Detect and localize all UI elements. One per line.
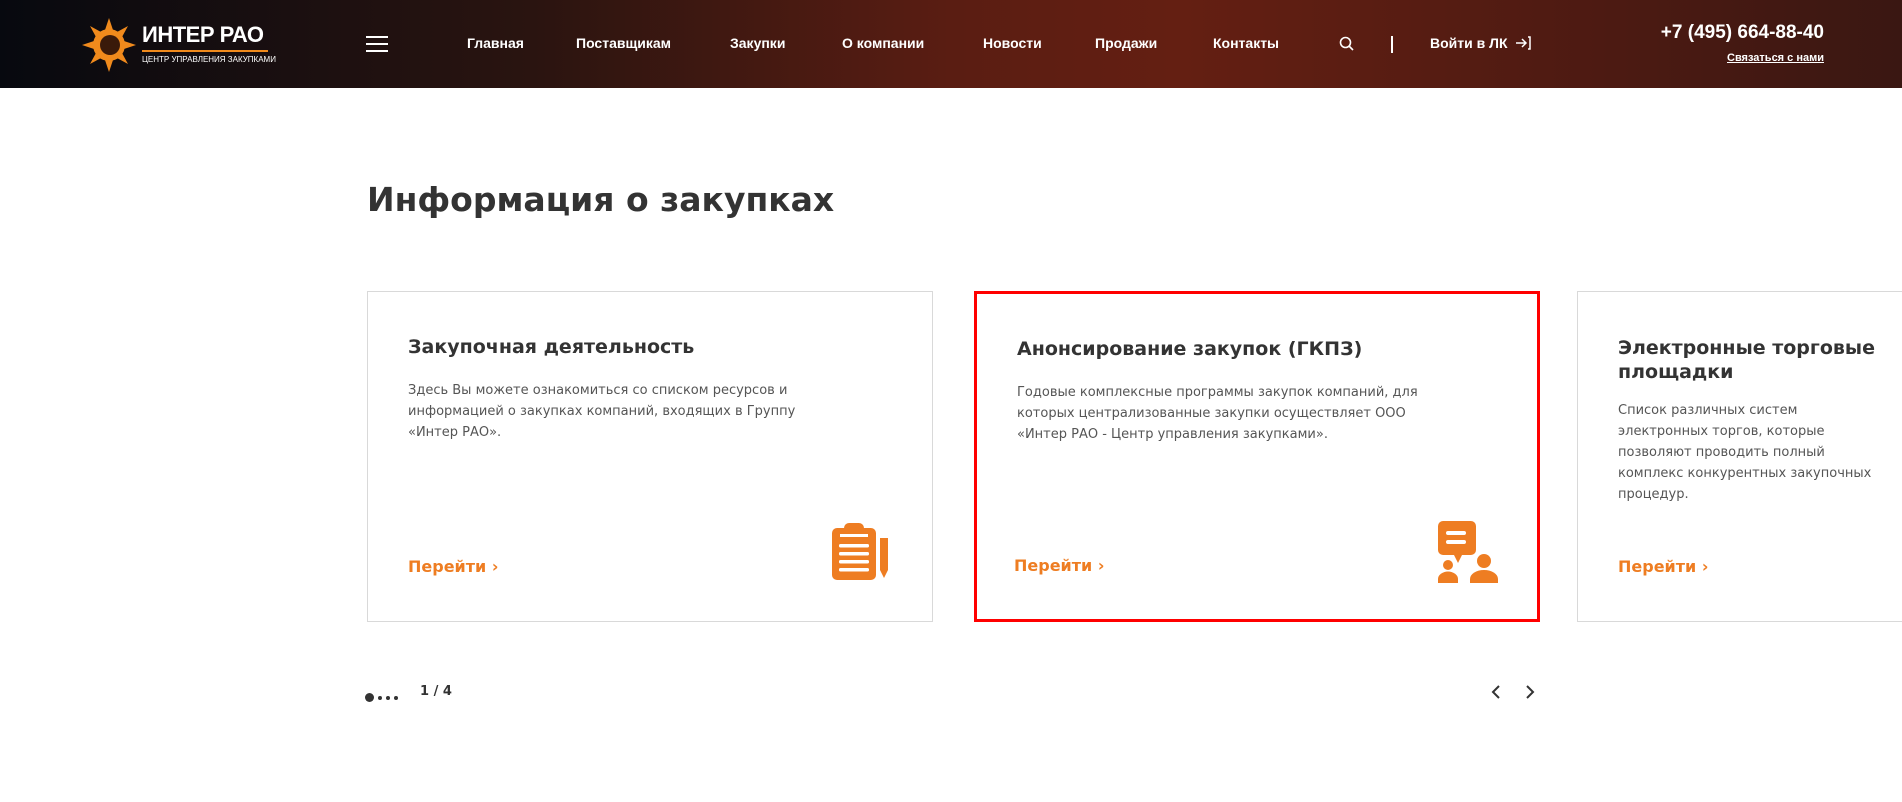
card-description: Здесь Вы можете ознакомиться со списком … bbox=[408, 383, 796, 440]
card-description: Список различных систем электронных торг… bbox=[1618, 403, 1872, 502]
phone-number[interactable]: +7 (495) 664-88-40 bbox=[1661, 22, 1824, 44]
logo-subtitle: ЦЕНТР УПРАВЛЕНИЯ ЗАКУПКАМИ bbox=[142, 55, 276, 64]
card-procurement[interactable]: Закупочная деятельность Здесь Вы можете … bbox=[367, 291, 933, 622]
chevron-right-icon: › bbox=[1701, 557, 1709, 576]
chevron-right-icon: › bbox=[1097, 556, 1105, 575]
divider bbox=[1391, 36, 1393, 53]
card-link[interactable]: Перейти › bbox=[1014, 556, 1104, 575]
card-link-label: Перейти bbox=[1618, 557, 1697, 576]
next-arrow-icon[interactable] bbox=[1520, 682, 1540, 702]
search-icon[interactable] bbox=[1338, 35, 1356, 53]
card-title: Закупочная деятельность bbox=[408, 336, 695, 358]
dot-active[interactable] bbox=[365, 693, 374, 702]
logo[interactable]: ИНТЕР РАО ЦЕНТР УПРАВЛЕНИЯ ЗАКУПКАМИ bbox=[80, 16, 280, 74]
card-announcements[interactable]: Анонсирование закупок (ГКПЗ) Годовые ком… bbox=[974, 291, 1540, 622]
nav-contacts[interactable]: Контакты bbox=[1213, 35, 1279, 51]
site-header: ИНТЕР РАО ЦЕНТР УПРАВЛЕНИЯ ЗАКУПКАМИ Гла… bbox=[0, 0, 1902, 88]
nav-home[interactable]: Главная bbox=[467, 35, 524, 51]
login-button[interactable]: Войти в ЛК bbox=[1430, 35, 1532, 51]
slider-dots[interactable] bbox=[365, 687, 402, 706]
nav-purchases[interactable]: Закупки bbox=[730, 35, 785, 51]
card-link[interactable]: Перейти › bbox=[408, 557, 498, 576]
sun-logo-icon bbox=[82, 18, 136, 72]
nav-news[interactable]: Новости bbox=[983, 35, 1042, 51]
menu-icon[interactable] bbox=[366, 36, 388, 54]
dot[interactable] bbox=[394, 695, 398, 700]
nav-about[interactable]: О компании bbox=[842, 35, 924, 51]
chat-users-icon bbox=[1438, 521, 1498, 583]
login-arrow-icon bbox=[1516, 36, 1532, 50]
chevron-right-icon: › bbox=[491, 557, 499, 576]
logo-text: ИНТЕР РАО bbox=[142, 22, 264, 47]
card-link-label: Перейти bbox=[1014, 556, 1093, 575]
card-title: Электронные торговые площадки bbox=[1618, 337, 1875, 383]
logo-underline bbox=[142, 50, 268, 52]
card-title: Анонсирование закупок (ГКПЗ) bbox=[1017, 338, 1363, 360]
nav-suppliers[interactable]: Поставщикам bbox=[576, 35, 671, 51]
card-trading-platforms[interactable]: Электронные торговые площадки Список раз… bbox=[1577, 291, 1902, 622]
page-title: Информация о закупках bbox=[367, 180, 835, 219]
dot[interactable] bbox=[378, 695, 382, 700]
prev-arrow-icon[interactable] bbox=[1486, 682, 1506, 702]
nav-sales[interactable]: Продажи bbox=[1095, 35, 1157, 51]
card-description: Годовые комплексные программы закупок ко… bbox=[1017, 385, 1418, 442]
card-link-label: Перейти bbox=[408, 557, 487, 576]
page-counter: 1 / 4 bbox=[420, 684, 452, 699]
dot[interactable] bbox=[386, 695, 390, 700]
contact-link[interactable]: Связаться с нами bbox=[1727, 52, 1824, 64]
clipboard-icon bbox=[832, 523, 888, 580]
login-label: Войти в ЛК bbox=[1430, 35, 1508, 51]
card-link[interactable]: Перейти › bbox=[1618, 557, 1708, 576]
